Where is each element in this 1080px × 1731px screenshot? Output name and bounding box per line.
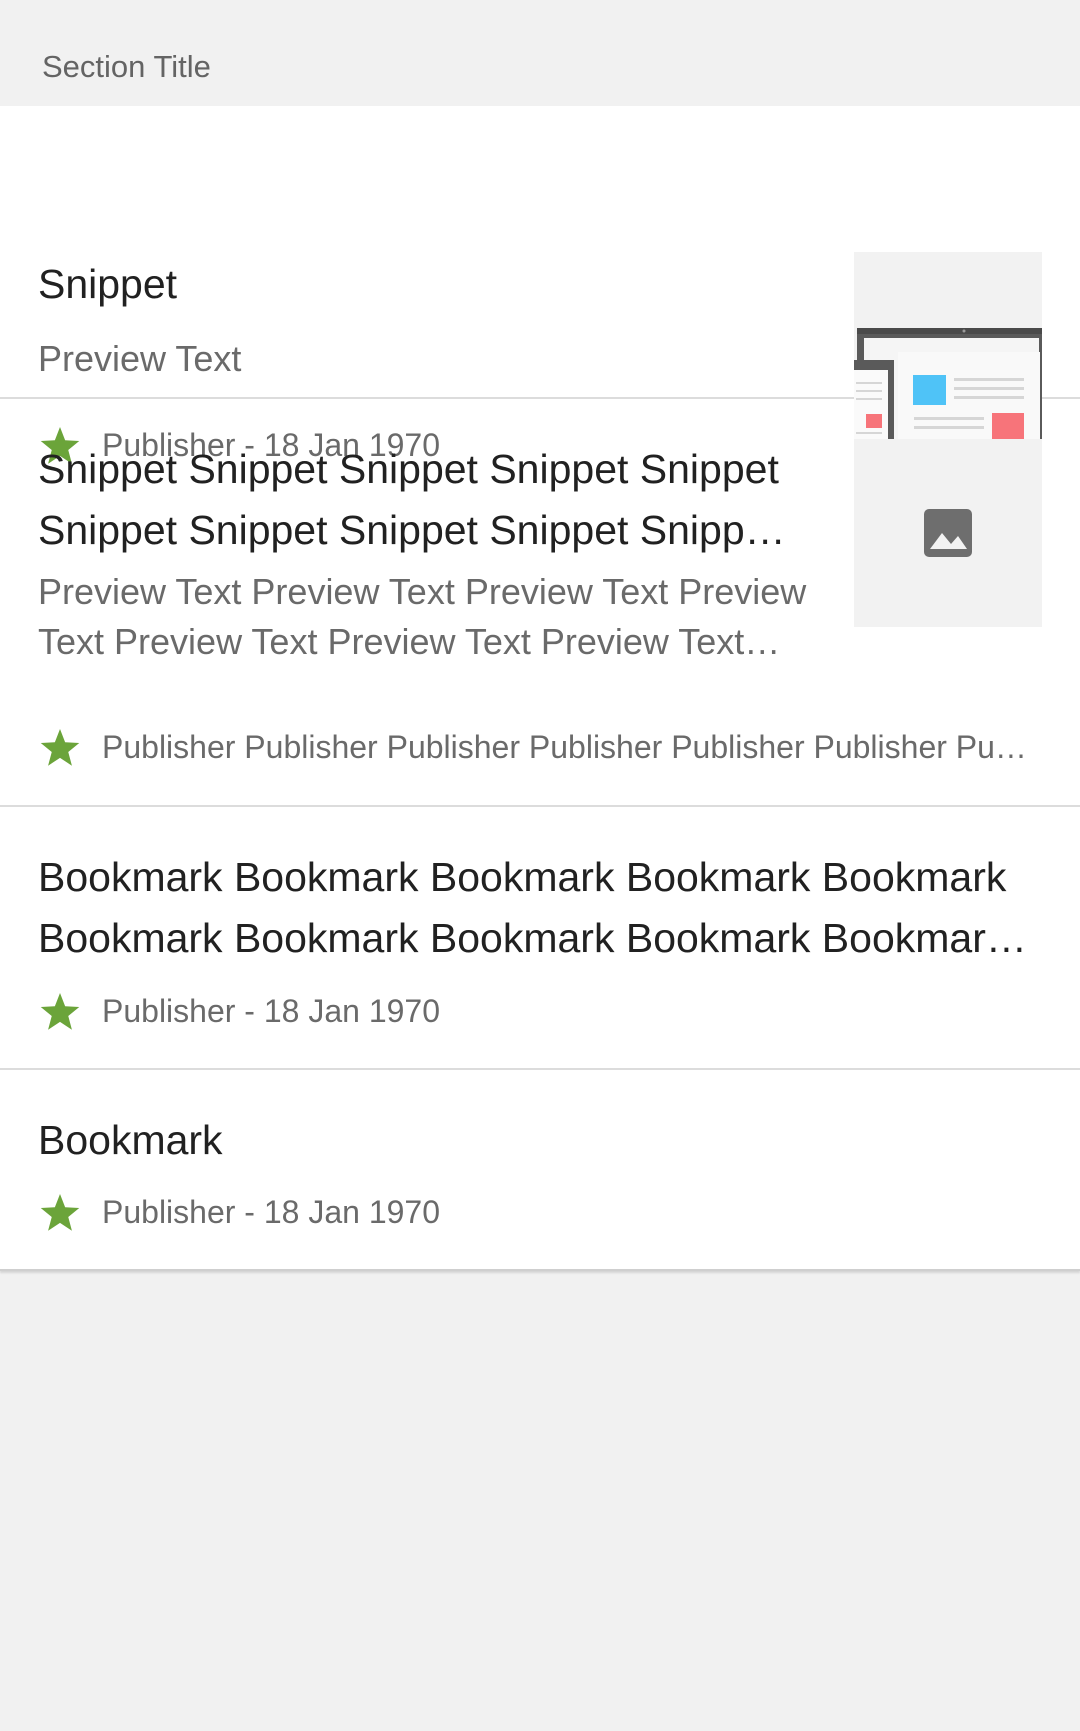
star-icon [40, 1194, 80, 1231]
card-title: Snippet [38, 261, 178, 307]
bookmark-card[interactable]: Bookmark Bookmark Bookmark Bookmark Book… [0, 807, 1080, 1070]
card-meta: Publisher - 18 Jan 1970 [38, 989, 938, 1033]
card-title: Snippet Snippet Snippet Snippet Snippet … [38, 446, 779, 553]
publisher-name: Publisher Publisher Publisher Publisher … [102, 728, 1038, 765]
section-title: Section Title [42, 49, 211, 84]
content-card[interactable]: Snippet Snippet Snippet Snippet Snippet … [0, 399, 1080, 807]
card-list: Snippet Preview Text Publisher - 18 Jan … [0, 106, 1080, 1271]
card-meta: Publisher - 18 Jan 1970 [38, 1190, 938, 1234]
card-preview: Preview Text Preview Text Preview Text P… [38, 571, 807, 662]
empty-background [0, 1271, 1080, 1731]
card-meta: Publisher Publisher Publisher Publisher … [38, 725, 1038, 769]
publisher-date: Publisher - 18 Jan 1970 [102, 992, 440, 1029]
content-card[interactable]: Snippet Preview Text Publisher - 18 Jan … [0, 106, 1080, 464]
card-preview: Preview Text [38, 338, 242, 379]
card-title: Bookmark [38, 1117, 223, 1163]
image-placeholder-icon [854, 439, 1042, 627]
publisher-date: Publisher - 18 Jan 1970 [102, 1193, 440, 1230]
star-icon [40, 729, 80, 766]
star-icon [40, 993, 80, 1030]
bookmark-card[interactable]: Bookmark Publisher - 18 Jan 1970 [0, 1070, 1080, 1271]
image-thumbnail[interactable] [854, 439, 1042, 627]
card-title: Bookmark Bookmark Bookmark Bookmark Book… [38, 854, 1007, 961]
